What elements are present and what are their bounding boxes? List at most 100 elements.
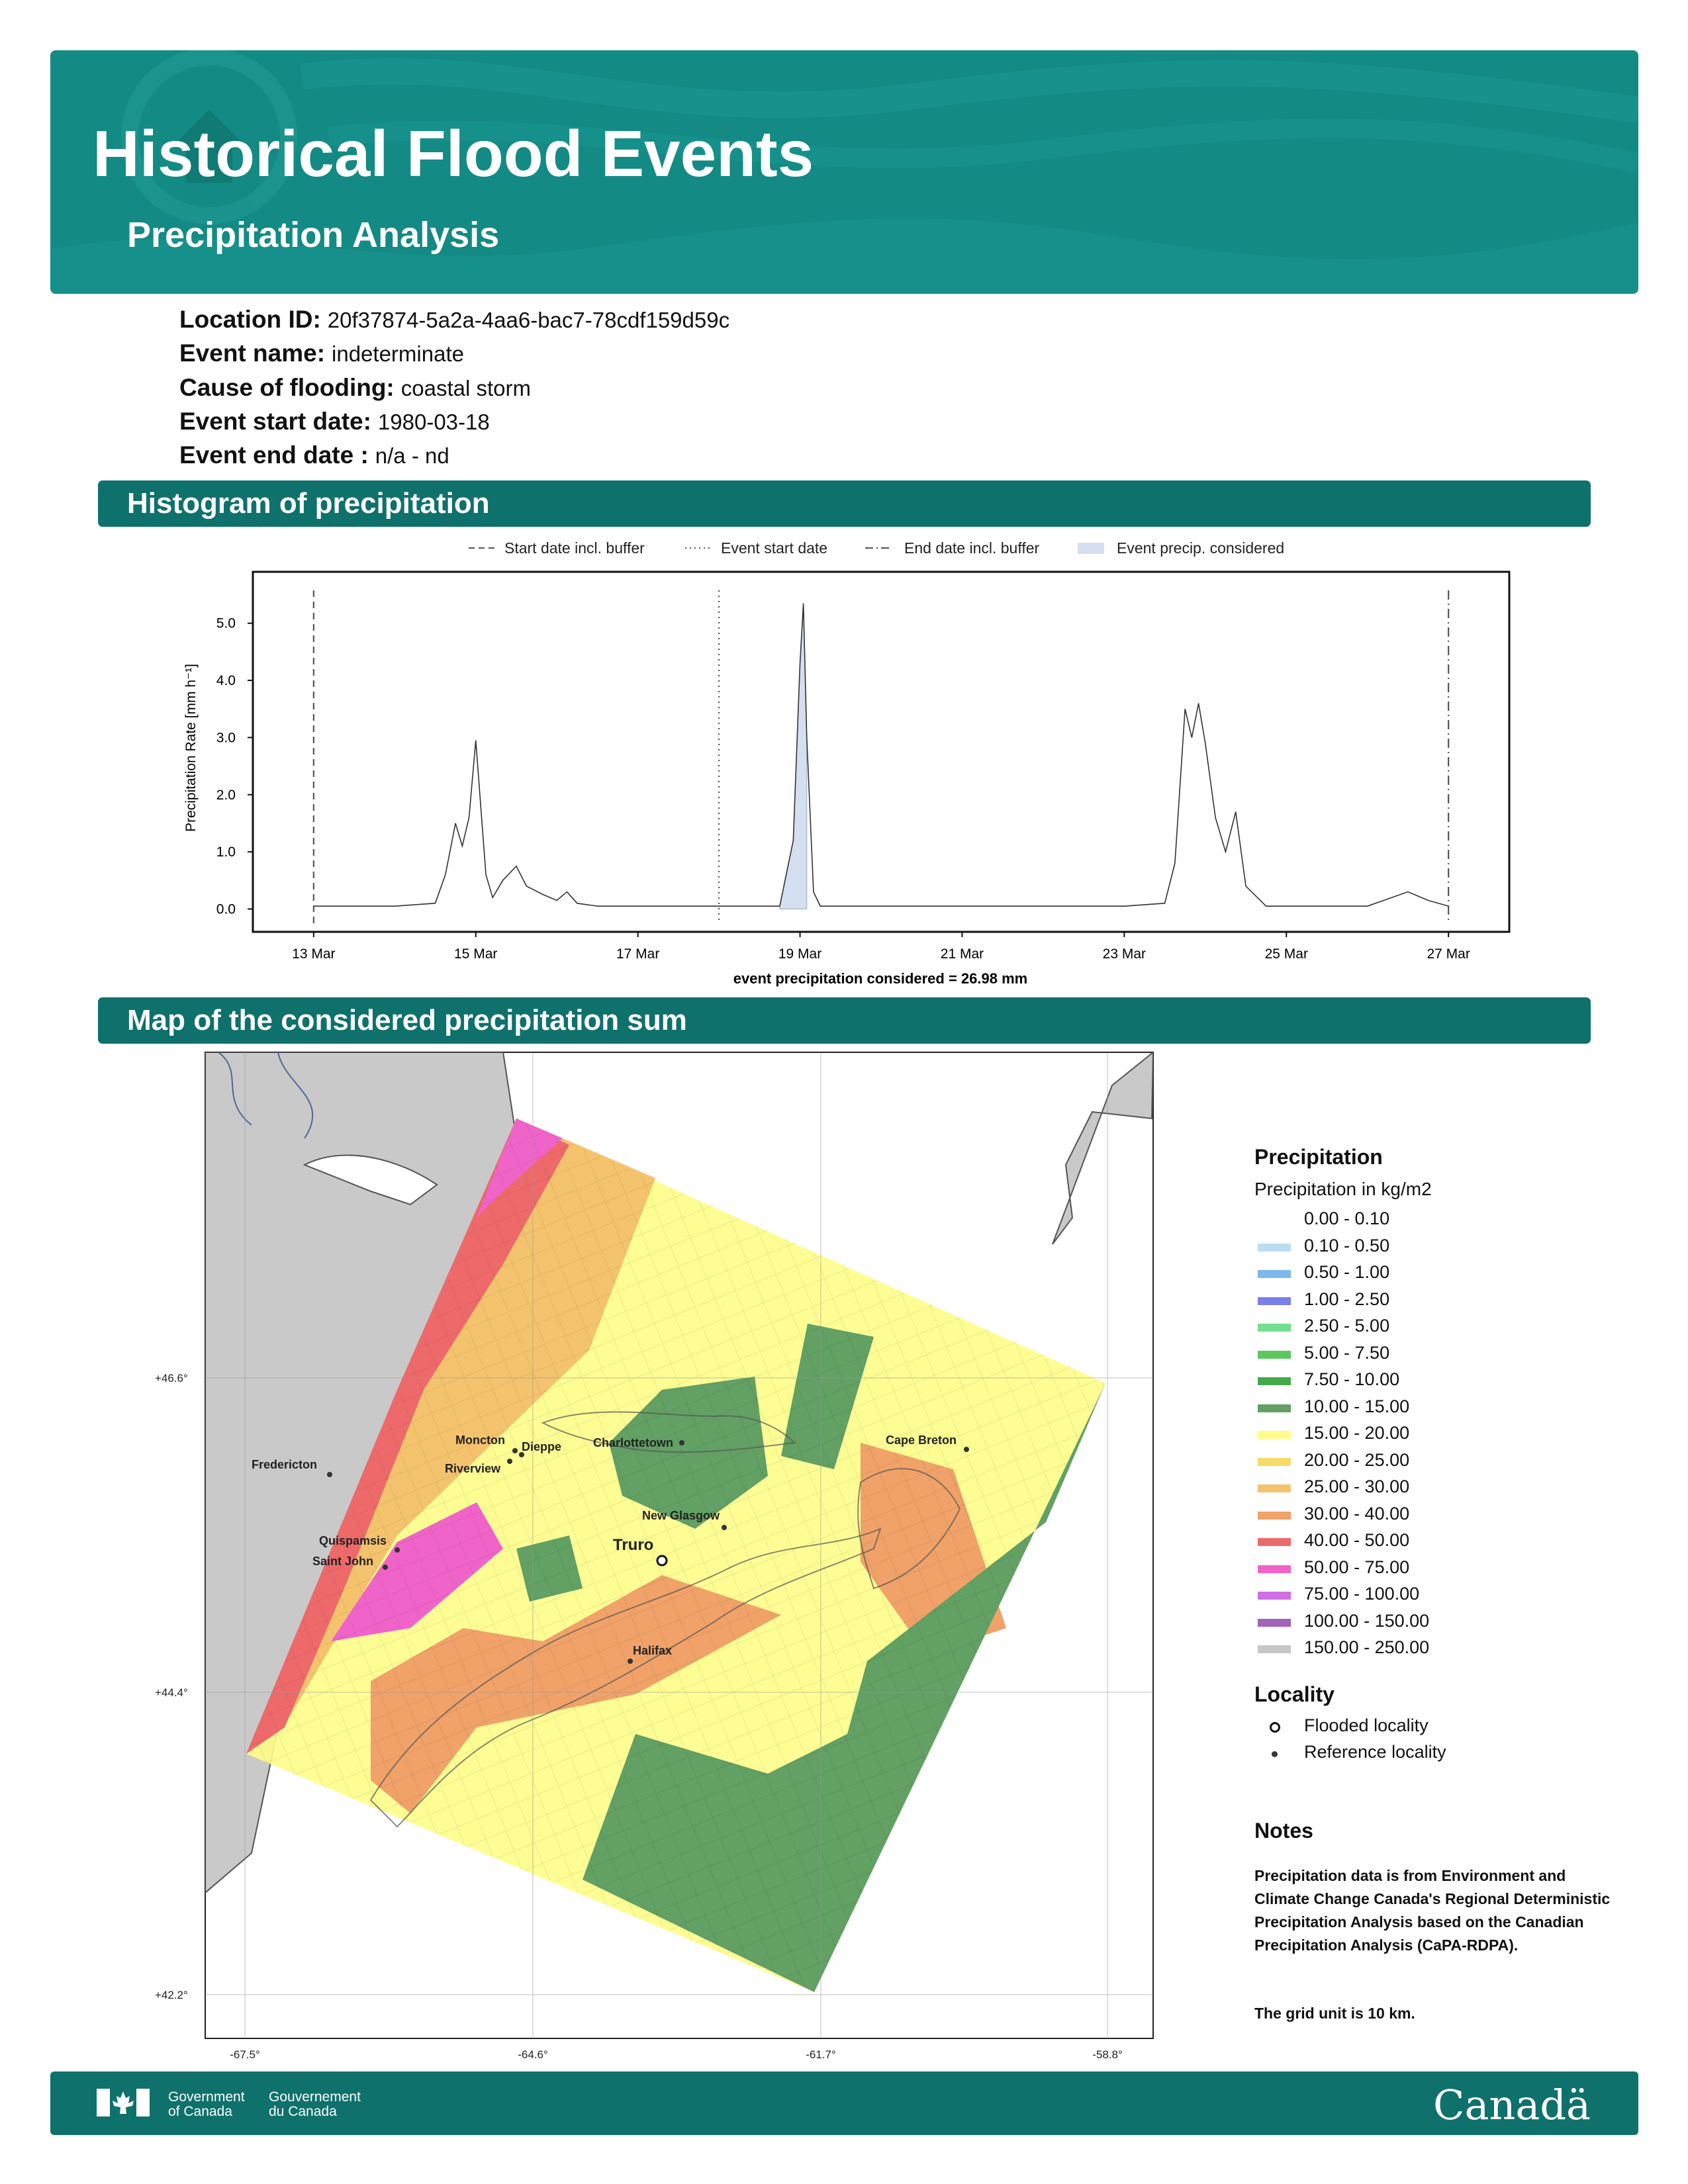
legend-class-label: 0.10 - 0.50 bbox=[1304, 1235, 1390, 1255]
section-histogram-title: Histogram of precipitation bbox=[127, 487, 490, 520]
marker-cape-breton bbox=[964, 1447, 969, 1452]
legend-class-label: 75.00 - 100.00 bbox=[1304, 1584, 1420, 1604]
marker-charlottetown bbox=[679, 1440, 684, 1445]
label-halifax: Halifax bbox=[633, 1644, 672, 1657]
legend-swatch bbox=[1258, 1297, 1291, 1305]
legend-label-start: Start date incl. buffer bbox=[504, 539, 645, 557]
legend-class-label: 150.00 - 250.00 bbox=[1304, 1637, 1430, 1657]
label-truro: Truro bbox=[613, 1536, 653, 1554]
lon-label-2: -64.6° bbox=[518, 2048, 548, 2061]
legend-swatch bbox=[1258, 1565, 1291, 1573]
legend-swatch bbox=[1258, 1457, 1291, 1466]
footer: Government of Canada Gouvernement du Canad… bbox=[50, 2071, 1638, 2135]
legend-swatch bbox=[1258, 1431, 1291, 1439]
lat-label-2: +44.4° bbox=[155, 1686, 188, 1699]
x-tick-label: 27 Mar bbox=[1427, 946, 1470, 962]
legend-class-label: 25.00 - 30.00 bbox=[1304, 1477, 1410, 1496]
locality-title: Locality bbox=[1254, 1682, 1335, 1706]
marker-moncton bbox=[512, 1448, 518, 1453]
page-title: Historical Flood Events bbox=[93, 117, 814, 190]
lon-label-3: -61.7° bbox=[806, 2048, 836, 2061]
y-axis-label: Precipitation Rate [mm h⁻¹] bbox=[183, 664, 199, 832]
legend-swatch bbox=[1258, 1350, 1291, 1359]
plot-area: 0.0 1.0 2.0 3.0 4.0 5.0 13 Mar 15 Mar 17 Mar 19 M… bbox=[216, 570, 1511, 962]
legend-swatch bbox=[1258, 1324, 1291, 1332]
label-fredericton: Fredericton bbox=[252, 1458, 317, 1471]
lat-label-1: +46.6° bbox=[155, 1372, 188, 1385]
marker-halifax bbox=[628, 1659, 633, 1664]
legend-class-label: 5.00 - 7.50 bbox=[1304, 1342, 1390, 1363]
gov-en: Government of Canada bbox=[168, 2089, 245, 2119]
legend-swatch bbox=[1258, 1484, 1291, 1492]
y-tick-label: 1.0 bbox=[216, 844, 236, 860]
legend-class-label: 40.00 - 50.00 bbox=[1304, 1530, 1410, 1550]
y-tick-label: 3.0 bbox=[216, 730, 236, 745]
label-saint-john: Saint John bbox=[312, 1555, 373, 1568]
legend-class-label: 15.00 - 20.00 bbox=[1304, 1423, 1410, 1443]
legend-swatch-event-precip bbox=[1078, 543, 1104, 554]
header-banner: Historical Flood Events Precipitation An… bbox=[50, 50, 1638, 294]
marker-saint-john bbox=[383, 1565, 388, 1570]
legend-class-label: 2.50 - 5.00 bbox=[1304, 1316, 1390, 1336]
legend-label-event-start: Event start date bbox=[721, 539, 827, 557]
label-cape-breton: Cape Breton bbox=[886, 1433, 957, 1447]
label-dieppe: Dieppe bbox=[522, 1440, 561, 1453]
section-histogram: Histogram of precipitation bbox=[98, 480, 1591, 527]
canada-flag-icon bbox=[97, 2089, 150, 2116]
chart-legend: Start date incl. buffer Event start date… bbox=[469, 539, 1284, 557]
marker-truro bbox=[656, 1555, 668, 1567]
info-end-date: Event end date : n/a - nd bbox=[179, 441, 449, 469]
legend-swatch bbox=[1258, 1511, 1291, 1520]
legend-class-label: 1.00 - 2.50 bbox=[1304, 1289, 1390, 1309]
reference-marker-icon bbox=[1272, 1751, 1278, 1757]
legend-swatch bbox=[1258, 1618, 1291, 1627]
gov-fr: Gouvernement du Canada bbox=[269, 2089, 361, 2119]
legend-swatch bbox=[1258, 1404, 1291, 1412]
x-axis-label: event precipitation considered = 26.98 m… bbox=[733, 970, 1027, 987]
notes-title: Notes bbox=[1254, 1819, 1313, 1843]
info-start-date: Event start date: 1980-03-18 bbox=[179, 408, 490, 435]
marker-new-glasgow bbox=[722, 1525, 727, 1530]
legend-title: Precipitation bbox=[1254, 1145, 1383, 1169]
legend-label-event-precip: Event precip. considered bbox=[1117, 539, 1284, 557]
legend-subtitle: Precipitation in kg/m2 bbox=[1254, 1179, 1432, 1199]
canada-wordmark: Canadä bbox=[1433, 2081, 1591, 2129]
precipitation-histogram: Start date incl. buffer Event start date… bbox=[183, 539, 1511, 987]
flooded-marker-icon bbox=[1270, 1722, 1280, 1733]
legend-swatch bbox=[1258, 1377, 1291, 1385]
x-tick-label: 17 Mar bbox=[616, 946, 659, 962]
legend-swatch bbox=[1258, 1270, 1291, 1278]
y-tick-label: 5.0 bbox=[216, 616, 236, 631]
marker-fredericton bbox=[327, 1472, 332, 1477]
legend-class-label: 0.50 - 1.00 bbox=[1304, 1262, 1390, 1282]
legend-label-end: End date incl. buffer bbox=[904, 539, 1039, 557]
info-event-name: Event name: indeterminate bbox=[179, 340, 464, 367]
label-quispamsis: Quispamsis bbox=[319, 1534, 387, 1547]
x-tick-label: 21 Mar bbox=[941, 946, 984, 962]
lat-label-3: +42.2° bbox=[155, 1989, 188, 2001]
notes-grid-unit: The grid unit is 10 km. bbox=[1254, 2005, 1415, 2022]
label-moncton: Moncton bbox=[455, 1433, 505, 1447]
y-tick-label: 0.0 bbox=[216, 901, 236, 917]
legend-swatch bbox=[1258, 1538, 1291, 1546]
marker-quispamsis bbox=[395, 1547, 400, 1553]
legend-swatch bbox=[1258, 1645, 1291, 1653]
legend-class-label: 0.00 - 0.10 bbox=[1304, 1208, 1390, 1228]
label-charlottetown: Charlottetown bbox=[593, 1436, 673, 1449]
x-tick-label: 13 Mar bbox=[292, 946, 335, 962]
x-tick-label: 25 Mar bbox=[1265, 946, 1308, 962]
x-tick-label: 19 Mar bbox=[778, 946, 821, 962]
page-subtitle: Precipitation Analysis bbox=[127, 215, 500, 255]
x-tick-label: 23 Mar bbox=[1103, 946, 1146, 962]
precipitation-map: Moncton Dieppe Riverview Charlottetown C… bbox=[155, 1052, 1154, 2061]
section-map: Map of the considered precipitation sum bbox=[98, 997, 1591, 1044]
legend-class-label: 7.50 - 10.00 bbox=[1304, 1369, 1400, 1389]
legend-swatch bbox=[1258, 1243, 1291, 1251]
label-new-glasgow: New Glasgow bbox=[642, 1509, 720, 1522]
legend-class-label: 10.00 - 15.00 bbox=[1304, 1396, 1410, 1416]
x-tick-label: 15 Mar bbox=[454, 946, 497, 962]
lon-label-4: -58.8° bbox=[1092, 2048, 1123, 2061]
legend-swatch bbox=[1258, 1592, 1291, 1600]
info-location-id: Location ID: 20f37874-5a2a-4aa6-bac7-78cd… bbox=[179, 306, 730, 333]
info-cause: Cause of flooding: coastal storm bbox=[179, 374, 531, 401]
